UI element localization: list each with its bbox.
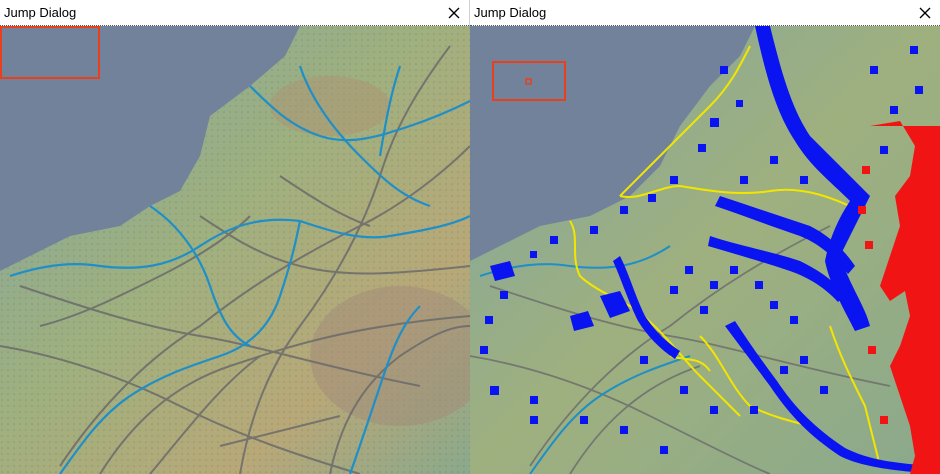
- close-button[interactable]: [914, 2, 936, 24]
- window-title: Jump Dialog: [474, 5, 547, 20]
- title-bar[interactable]: Jump Dialog: [470, 0, 940, 26]
- close-icon: [448, 7, 460, 19]
- jump-dialog-left: Jump Dialog: [0, 0, 470, 474]
- close-icon: [919, 7, 931, 19]
- close-button[interactable]: [443, 2, 465, 24]
- overview-map[interactable]: [0, 26, 470, 474]
- jump-dialog-right: Jump Dialog: [470, 0, 940, 474]
- unit-map[interactable]: [470, 26, 940, 474]
- window-title: Jump Dialog: [4, 5, 77, 20]
- title-bar[interactable]: Jump Dialog: [0, 0, 469, 26]
